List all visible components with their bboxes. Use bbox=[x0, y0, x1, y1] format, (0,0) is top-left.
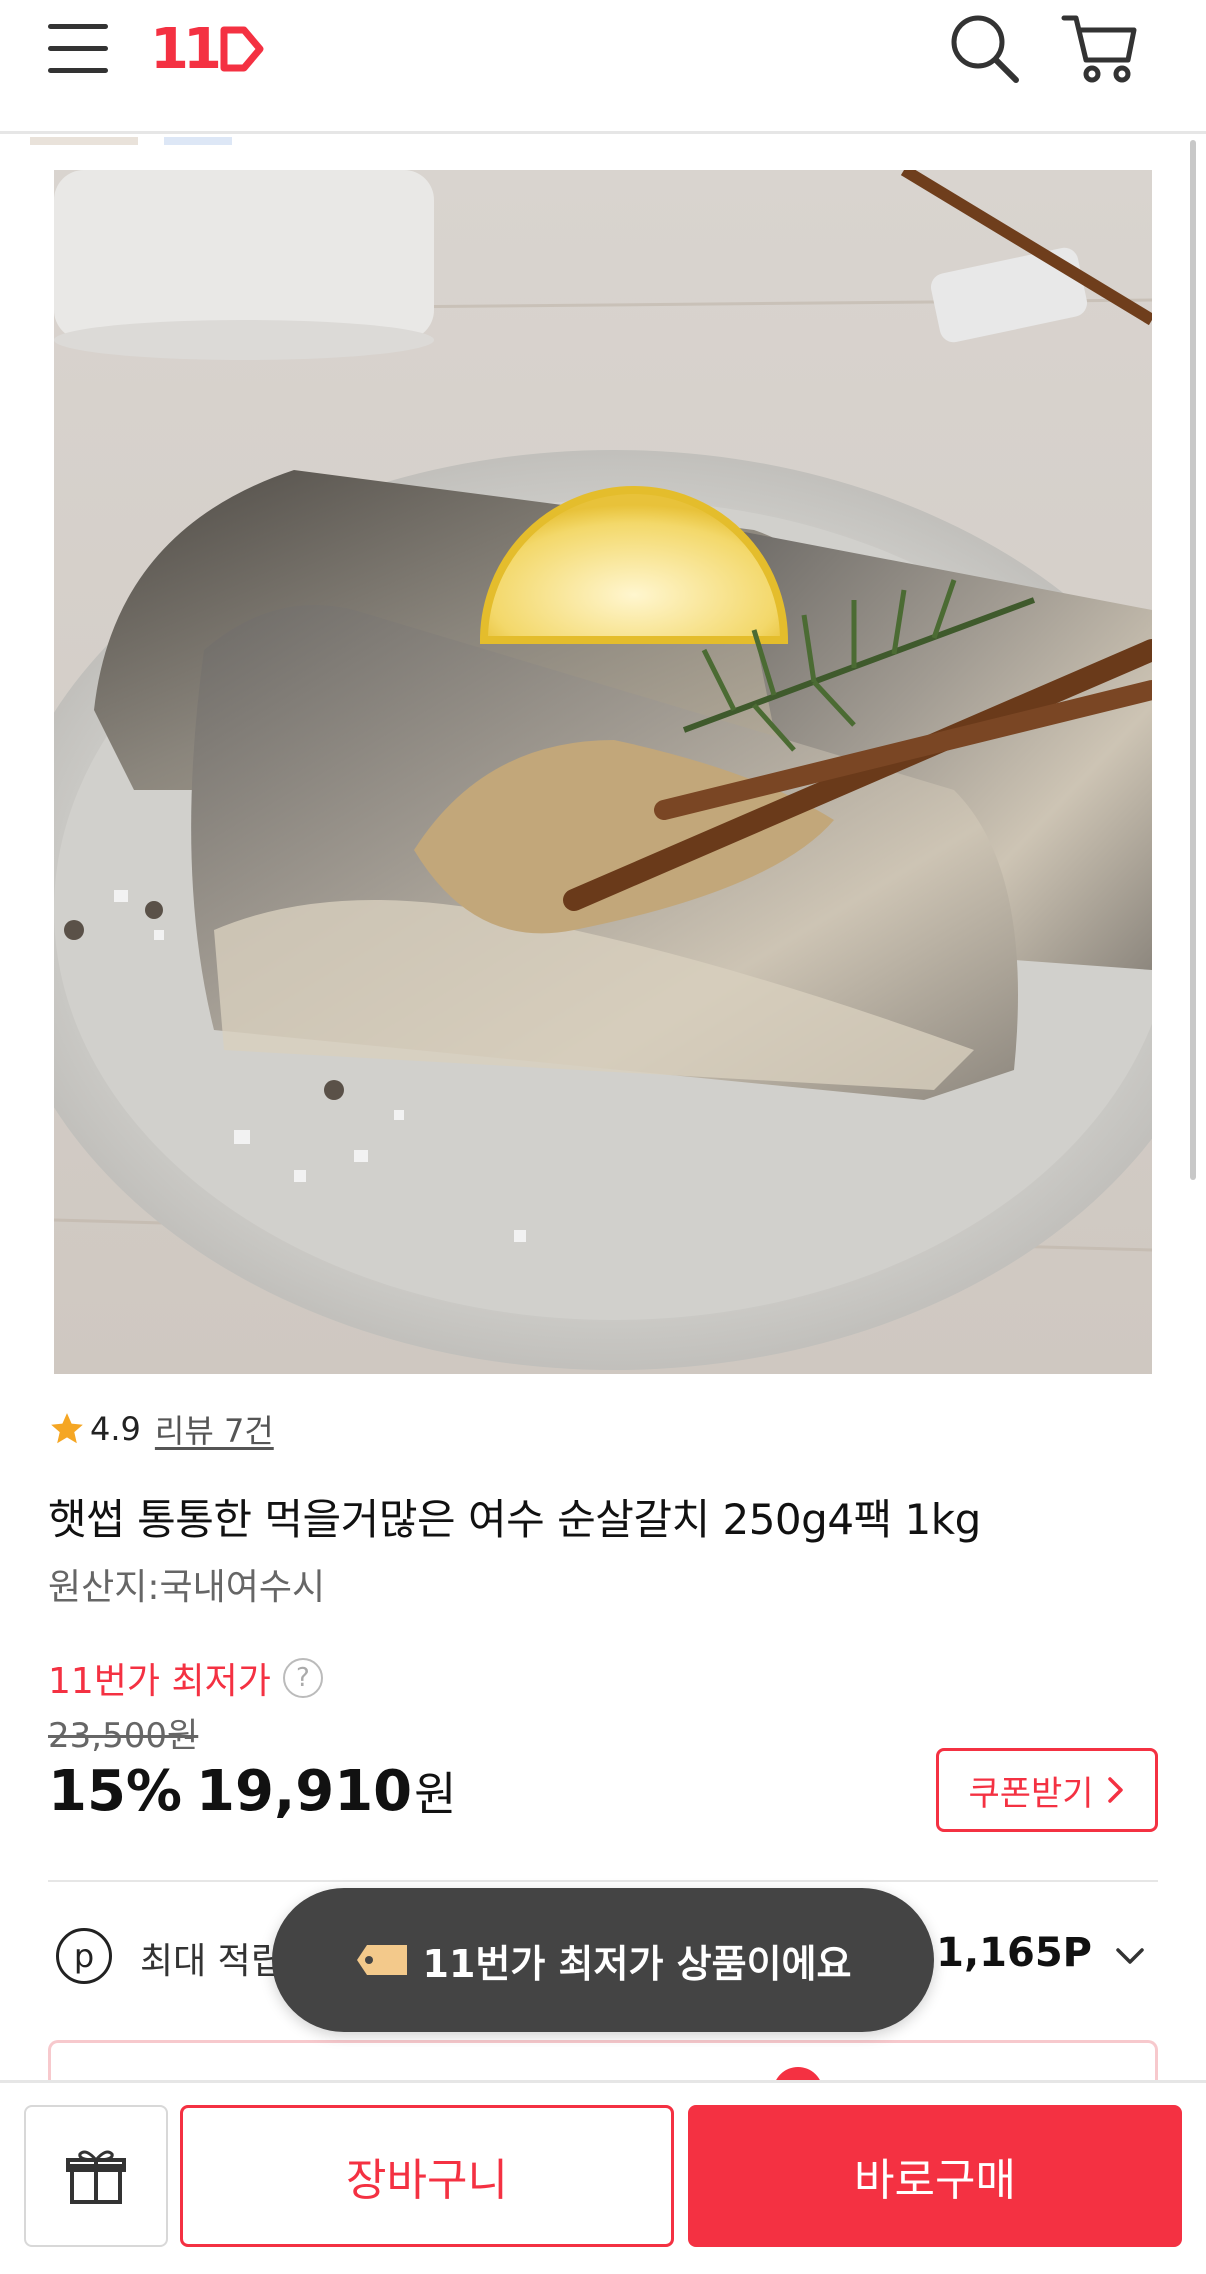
top-header: 11 bbox=[0, 0, 1206, 134]
toast-text: 11번가 최저가 상품이에요 bbox=[422, 1941, 852, 1986]
coupon-button[interactable]: 쿠폰받기 bbox=[936, 1748, 1158, 1832]
price-tag-icon bbox=[356, 1945, 407, 1975]
review-count-link[interactable]: 리뷰 7건 bbox=[155, 1406, 274, 1452]
star-icon bbox=[51, 1413, 83, 1444]
gift-icon bbox=[66, 2150, 126, 2204]
lowest-price-label: 11번가 최저가 bbox=[48, 1661, 271, 1702]
add-to-cart-button[interactable]: 장바구니 bbox=[180, 2105, 674, 2247]
point-icon: p bbox=[56, 1928, 112, 1984]
lowest-price-label-row: 11번가 최저가 ? bbox=[48, 1652, 323, 1704]
rating-value: 4.9 bbox=[90, 1410, 141, 1448]
sale-price: 19,910 bbox=[196, 1759, 413, 1824]
chevron-right-icon bbox=[1107, 1777, 1123, 1803]
rating-row: 4.9 리뷰 7건 bbox=[48, 1404, 274, 1454]
page-scrollbar[interactable] bbox=[1190, 140, 1196, 1180]
original-price: 23,500원 bbox=[48, 1716, 199, 1756]
menu-icon[interactable] bbox=[44, 18, 114, 80]
thumbnail-strip bbox=[0, 137, 1206, 169]
help-icon[interactable]: ? bbox=[282, 1658, 323, 1698]
product-photo[interactable] bbox=[54, 170, 1152, 1374]
buy-now-button[interactable]: 바로구매 bbox=[688, 2105, 1182, 2247]
logo-text: 11 bbox=[150, 16, 222, 82]
price-row: 15% 19,910 원 bbox=[48, 1758, 456, 1824]
logo-arrow-icon bbox=[220, 26, 264, 72]
gift-button[interactable] bbox=[24, 2105, 168, 2247]
product-title: 햇썹 통통한 먹을거많은 여수 순살갈치 250g4팩 1kg bbox=[48, 1495, 981, 1544]
section-divider bbox=[48, 1880, 1158, 1882]
cart-icon[interactable] bbox=[1060, 8, 1140, 88]
search-icon[interactable] bbox=[946, 10, 1022, 86]
chevron-down-icon[interactable] bbox=[1112, 1938, 1148, 1974]
bottom-action-bar: 장바구니 바로구매 bbox=[0, 2080, 1206, 2274]
discount-rate: 15% bbox=[48, 1759, 183, 1824]
toast-message: 11번가 최저가 상품이에요 bbox=[272, 1888, 934, 2032]
currency-unit: 원 bbox=[414, 1767, 457, 1821]
points-label: 최대 적립 bbox=[140, 1941, 284, 1982]
origin-info: 원산지:국내여수시 bbox=[48, 1567, 326, 1608]
points-value: 1,165P bbox=[936, 1930, 1092, 1976]
thumbnail-item[interactable] bbox=[164, 137, 232, 145]
thumbnail-item[interactable] bbox=[30, 137, 138, 145]
brand-logo[interactable]: 11 bbox=[150, 14, 266, 84]
coupon-label: 쿠폰받기 bbox=[968, 1773, 1094, 1814]
